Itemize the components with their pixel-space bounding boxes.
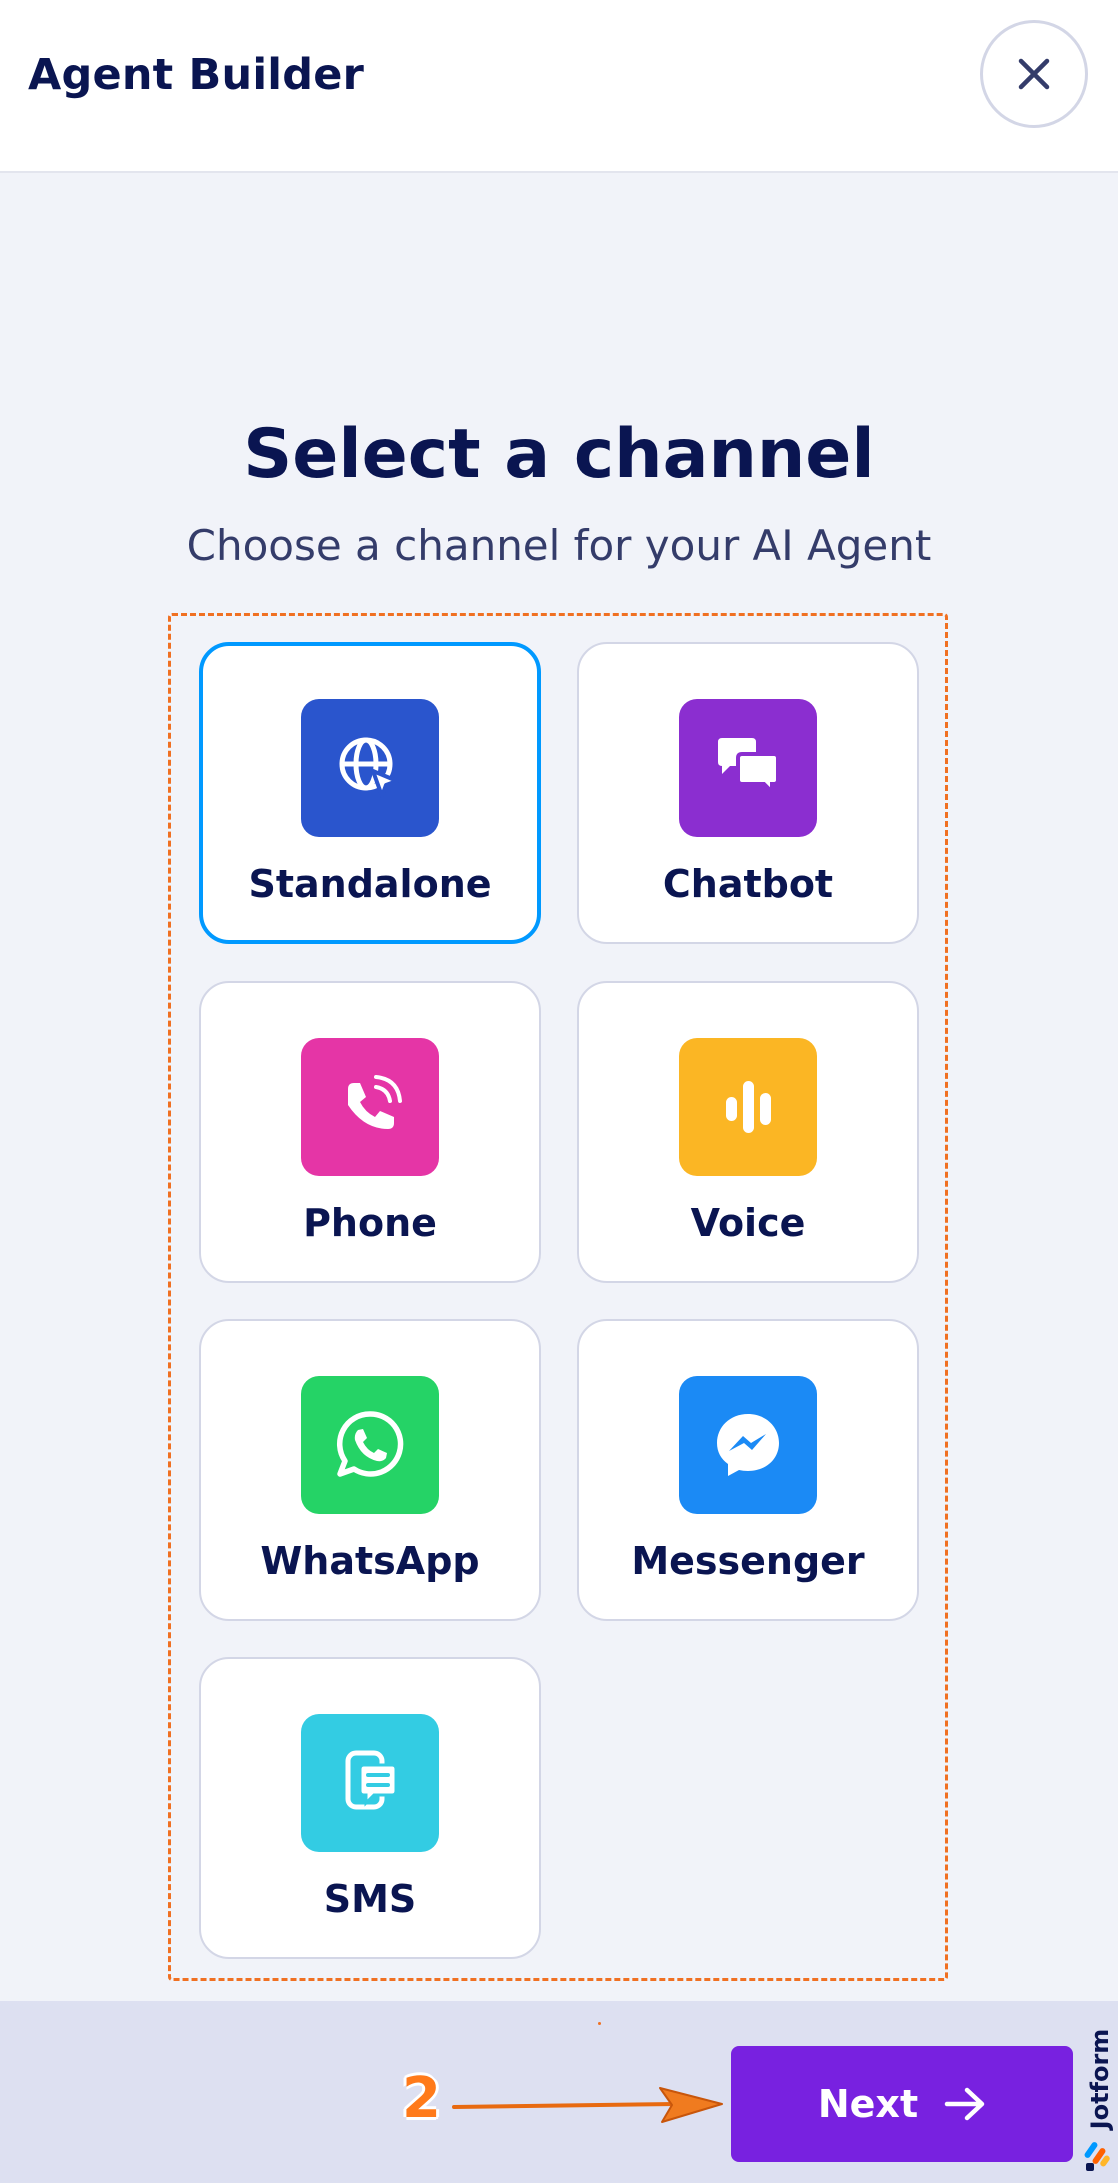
channel-card-chatbot[interactable]: Chatbot [577,642,919,944]
channel-label-voice: Voice [690,1201,806,1245]
page-title: Select a channel [243,415,875,494]
whatsapp-icon [336,1411,404,1477]
decorative-dot [598,2022,601,2025]
messenger-tile [679,1376,817,1514]
channel-card-whatsapp[interactable]: WhatsApp [199,1319,541,1621]
channel-label-messenger: Messenger [631,1539,865,1583]
channel-label-whatsapp: WhatsApp [260,1539,480,1583]
next-button[interactable]: Next [731,2046,1073,2162]
brand-text: Jotform [1086,2028,1114,2130]
standalone-tile [301,699,439,837]
channel-label-phone: Phone [303,1201,437,1245]
phone-tile [301,1038,439,1176]
arrow-right-icon [944,2087,985,2121]
channel-card-phone[interactable]: Phone [199,981,541,1283]
chatbot-tile [679,699,817,837]
whatsapp-tile [301,1376,439,1514]
annotation-arrow-icon [452,2087,723,2123]
globe-cursor-icon [339,737,399,798]
next-button-label: Next [817,2082,919,2126]
jotform-logo: Jotform [1082,2005,1116,2177]
phone-icon [348,1075,402,1129]
channel-card-sms[interactable]: SMS [199,1657,541,1959]
sms-icon [345,1750,398,1810]
close-icon [1018,58,1050,90]
header: Agent Builder [0,0,1118,173]
channel-label-standalone: Standalone [248,862,492,906]
header-title: Agent Builder [28,50,364,100]
close-button[interactable] [980,20,1088,128]
audio-bars-icon [726,1081,771,1133]
sms-tile [301,1714,439,1852]
channel-card-standalone[interactable]: Standalone [199,642,541,944]
channel-label-chatbot: Chatbot [662,862,834,906]
messenger-icon [717,1414,779,1476]
channel-label-sms: SMS [323,1877,417,1921]
channel-card-voice[interactable]: Voice [577,981,919,1283]
channel-card-messenger[interactable]: Messenger [577,1319,919,1621]
jotform-mark-icon [1084,2142,1110,2171]
step-number-annotation: 2 [402,2066,441,2131]
page-subtitle: Choose a channel for your AI Agent [186,521,932,570]
voice-tile [679,1038,817,1176]
chat-bubbles-icon [718,738,780,797]
